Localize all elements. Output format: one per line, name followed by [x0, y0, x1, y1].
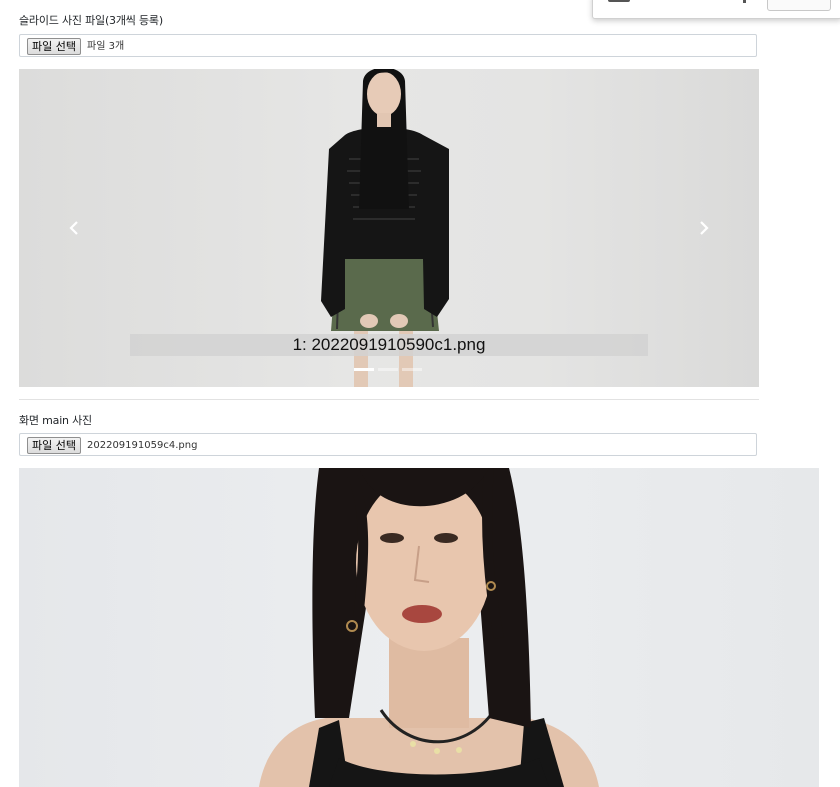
- popup-button[interactable]: [767, 0, 831, 11]
- carousel-indicator-3[interactable]: [402, 368, 422, 371]
- main-photo-preview: [19, 468, 819, 787]
- section-divider: [19, 399, 759, 400]
- main-image: [259, 468, 599, 787]
- slide-carousel: 1: 2022091910590c1.png: [19, 69, 759, 387]
- slide-file-status: 파일 3개: [87, 41, 125, 52]
- carousel-indicator-2[interactable]: [378, 368, 398, 371]
- slide-files-label: 슬라이드 사진 파일(3개씩 등록): [19, 14, 163, 27]
- main-file-select-button[interactable]: 파일 선택: [27, 437, 81, 454]
- carousel-next-button[interactable]: [686, 207, 722, 249]
- main-file-input[interactable]: 파일 선택 202209191059c4.png: [19, 433, 757, 456]
- chevron-left-icon: [69, 221, 78, 235]
- carousel-indicator-1[interactable]: [354, 368, 374, 371]
- floating-popup: [592, 0, 840, 19]
- carousel-indicators: [354, 368, 422, 372]
- slide-file-select-button[interactable]: 파일 선택: [27, 38, 81, 55]
- carousel-prev-button[interactable]: [56, 207, 92, 249]
- slide-file-input[interactable]: 파일 선택 파일 3개: [19, 34, 757, 57]
- main-photo-label: 화면 main 사진: [19, 414, 92, 427]
- popup-text-fragment: [608, 0, 630, 2]
- main-file-status: 202209191059c4.png: [87, 440, 198, 451]
- slide-caption: 1: 2022091910590c1.png: [130, 334, 648, 356]
- chevron-right-icon: [700, 221, 709, 235]
- popup-text-fragment: [743, 0, 746, 3]
